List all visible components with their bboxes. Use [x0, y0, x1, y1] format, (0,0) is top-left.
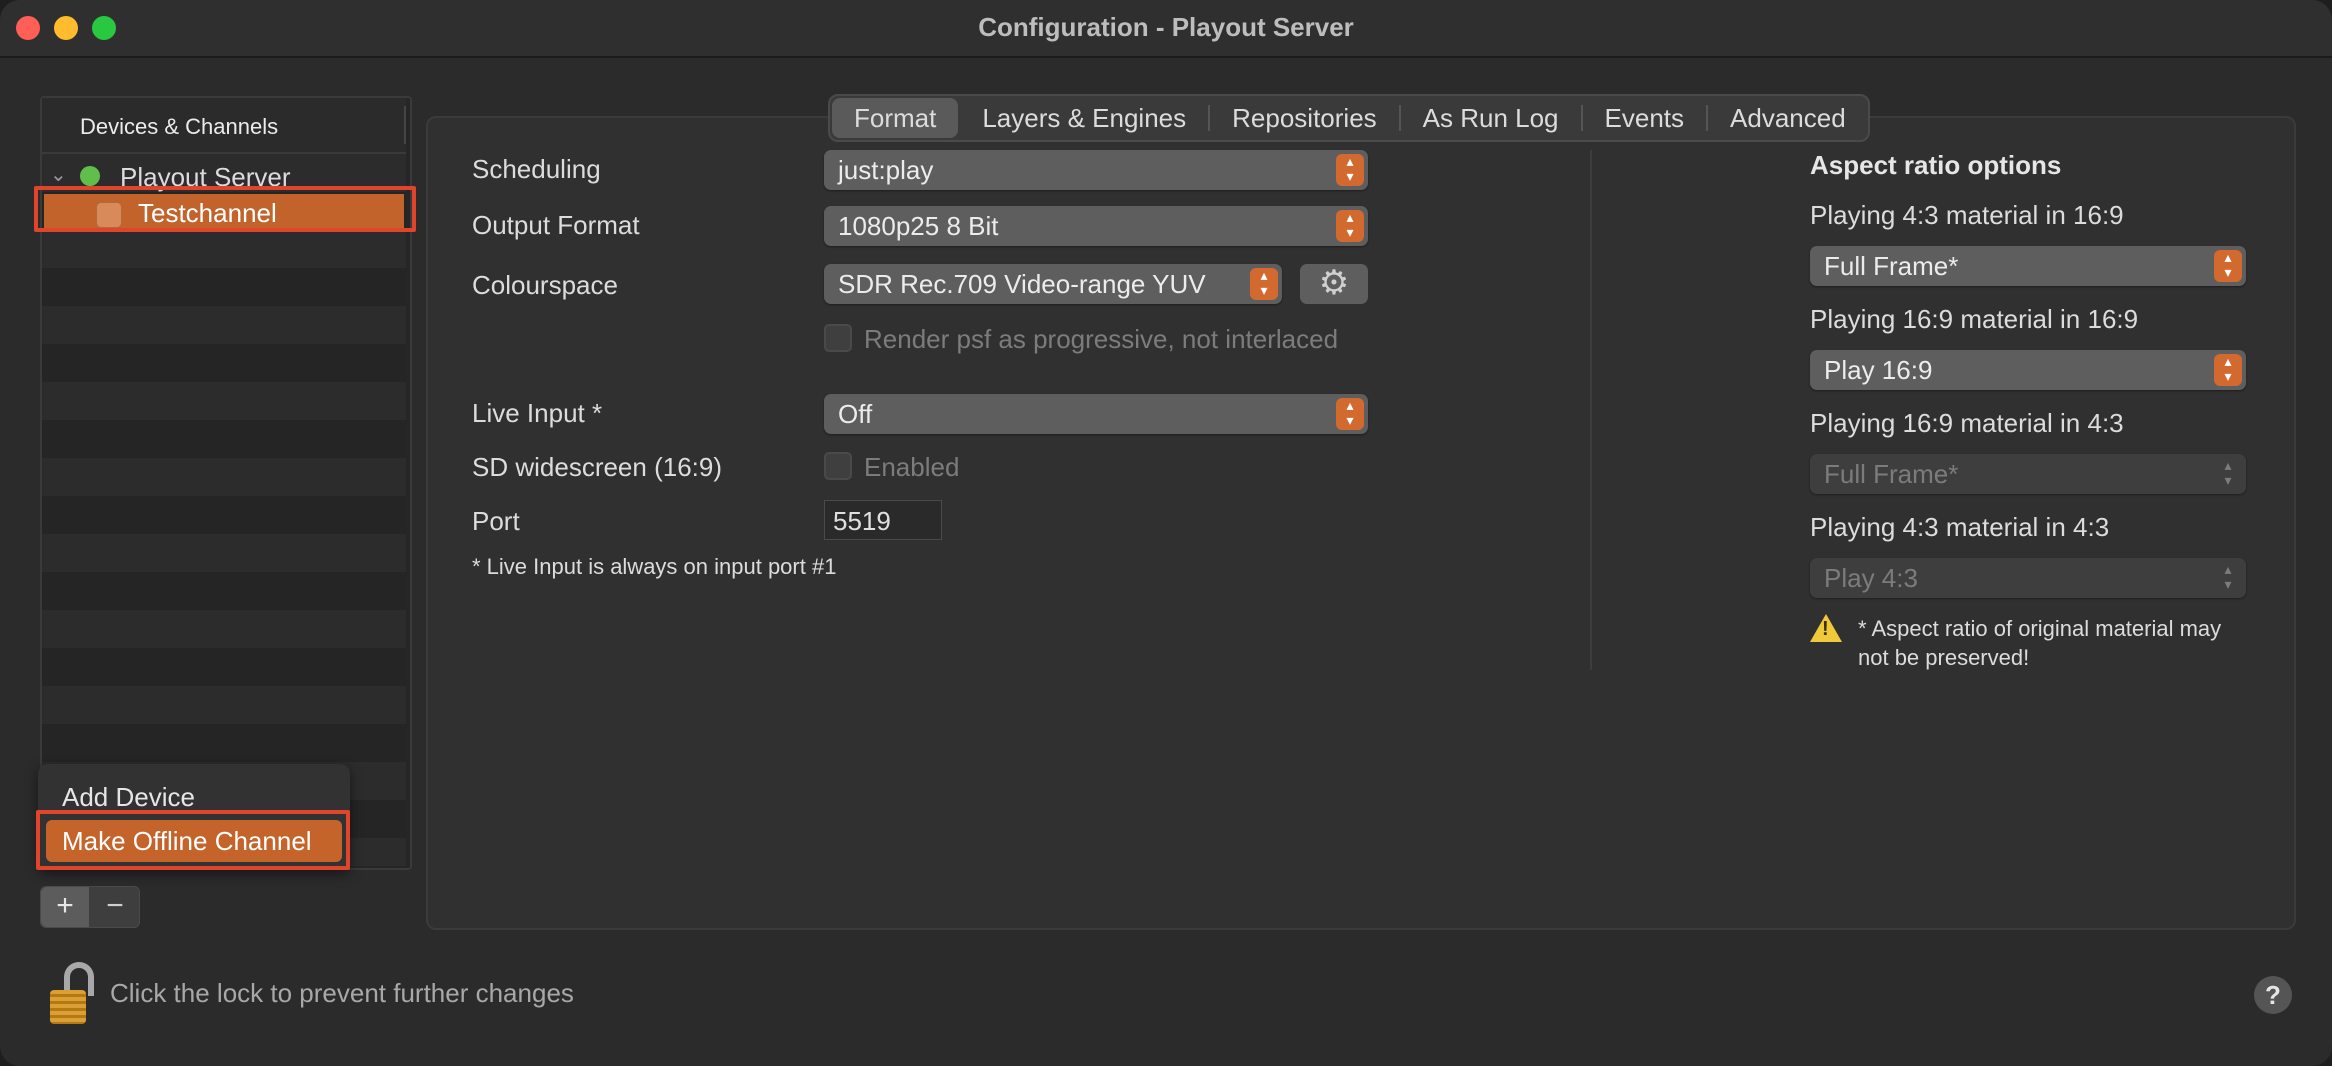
tab-bar: Format Layers & Engines Repositories As … — [828, 94, 1870, 142]
port-value: 5519 — [833, 506, 891, 536]
aspect-option-value: Play 4:3 — [1824, 563, 1918, 593]
tab-repositories[interactable]: Repositories — [1210, 98, 1399, 138]
port-label: Port — [472, 506, 520, 536]
warning-exclamation: ! — [1822, 618, 1829, 640]
port-field[interactable]: 5519 — [824, 500, 942, 540]
aspect-4x3-in-16x9-select[interactable]: Full Frame* ▴ ▾ — [1810, 246, 2246, 286]
aspect-option-value: Play 16:9 — [1824, 355, 1933, 385]
updown-arrows-icon: ▴ ▾ — [1250, 268, 1278, 300]
updown-arrows-icon: ▴ ▾ — [2224, 457, 2232, 488]
tab-layers-engines[interactable]: Layers & Engines — [960, 98, 1208, 138]
live-input-value: Off — [838, 399, 873, 429]
aspect-ratio-title: Aspect ratio options — [1810, 150, 2062, 180]
status-dot-icon — [80, 166, 100, 186]
configuration-window: Configuration - Playout Server Devices &… — [0, 0, 2332, 1066]
updown-arrows-icon: ▴ ▾ — [2214, 354, 2242, 386]
aspect-4x3-in-4x3-select[interactable]: Play 4:3 ▴ ▾ — [1810, 558, 2246, 598]
aspect-16x9-in-4x3-select[interactable]: Full Frame* ▴ ▾ — [1810, 454, 2246, 494]
sidebar-header: Devices & Channels — [42, 98, 406, 154]
live-input-select[interactable]: Off ▴ ▾ — [824, 394, 1368, 434]
tab-advanced[interactable]: Advanced — [1708, 98, 1868, 138]
aspect-option-value: Full Frame* — [1824, 251, 1959, 281]
aspect-option-value: Full Frame* — [1824, 459, 1959, 489]
output-format-select[interactable]: 1080p25 8 Bit ▴ ▾ — [824, 206, 1368, 246]
sd-widescreen-enabled-label: Enabled — [864, 452, 960, 482]
column-divider[interactable] — [404, 106, 406, 144]
add-remove-control: + − — [40, 886, 140, 928]
updown-arrows-icon: ▴ ▾ — [1336, 398, 1364, 430]
sidebar-header-label: Devices & Channels — [80, 114, 279, 139]
window-title: Configuration - Playout Server — [978, 12, 1354, 42]
render-psf-checkbox[interactable] — [824, 324, 852, 352]
add-button[interactable]: + — [41, 887, 89, 927]
live-input-label: Live Input * — [472, 398, 603, 428]
lock-body — [50, 990, 86, 1024]
aspect-16x9-in-16x9-select[interactable]: Play 16:9 ▴ ▾ — [1810, 350, 2246, 390]
updown-arrows-icon: ▴ ▾ — [1336, 210, 1364, 242]
tab-as-run-log[interactable]: As Run Log — [1401, 98, 1581, 138]
lock-icon[interactable] — [50, 962, 94, 1024]
aspect-option-label: Playing 4:3 material in 16:9 — [1810, 200, 2124, 230]
sd-widescreen-checkbox[interactable] — [824, 452, 852, 480]
output-format-value: 1080p25 8 Bit — [838, 211, 999, 241]
remove-button[interactable]: − — [91, 887, 139, 927]
render-psf-label: Render psf as progressive, not interlace… — [864, 324, 1339, 354]
live-input-note: * Live Input is always on input port #1 — [472, 554, 837, 579]
updown-arrows-icon: ▴ ▾ — [1336, 154, 1364, 186]
menu-item-add-device[interactable]: Add Device — [62, 782, 195, 813]
updown-arrows-icon: ▴ ▾ — [2224, 561, 2232, 592]
sd-widescreen-label: SD widescreen (16:9) — [472, 452, 722, 482]
highlight-box-offline-channel — [36, 810, 350, 870]
gear-icon: ⚙ — [1318, 264, 1350, 302]
aspect-option-label: Playing 16:9 material in 4:3 — [1810, 408, 2124, 438]
aspect-option-label: Playing 4:3 material in 4:3 — [1810, 512, 2110, 542]
updown-arrows-icon: ▴ ▾ — [2214, 250, 2242, 282]
colourspace-settings-button[interactable]: ⚙ — [1300, 264, 1368, 304]
tab-events[interactable]: Events — [1583, 98, 1707, 138]
lock-status-text: Click the lock to prevent further change… — [110, 978, 574, 1008]
help-button[interactable]: ? — [2254, 976, 2292, 1014]
scheduling-label: Scheduling — [472, 154, 601, 184]
colourspace-value: SDR Rec.709 Video-range YUV — [838, 269, 1206, 299]
aspect-option-label: Playing 16:9 material in 16:9 — [1810, 304, 2139, 334]
highlight-box-testchannel — [34, 186, 416, 232]
device-list — [42, 154, 406, 866]
titlebar: Configuration - Playout Server — [0, 0, 2332, 58]
section-divider — [1590, 150, 1592, 670]
colourspace-select[interactable]: SDR Rec.709 Video-range YUV ▴ ▾ — [824, 264, 1282, 304]
aspect-warning-text: * Aspect ratio of original material may … — [1858, 616, 2222, 670]
tab-format[interactable]: Format — [832, 98, 959, 138]
scheduling-value: just:play — [838, 155, 934, 185]
colourspace-label: Colourspace — [472, 270, 618, 300]
chevron-down-icon[interactable]: ⌄ — [50, 162, 67, 187]
output-format-label: Output Format — [472, 210, 640, 240]
scheduling-select[interactable]: just:play ▴ ▾ — [824, 150, 1368, 190]
